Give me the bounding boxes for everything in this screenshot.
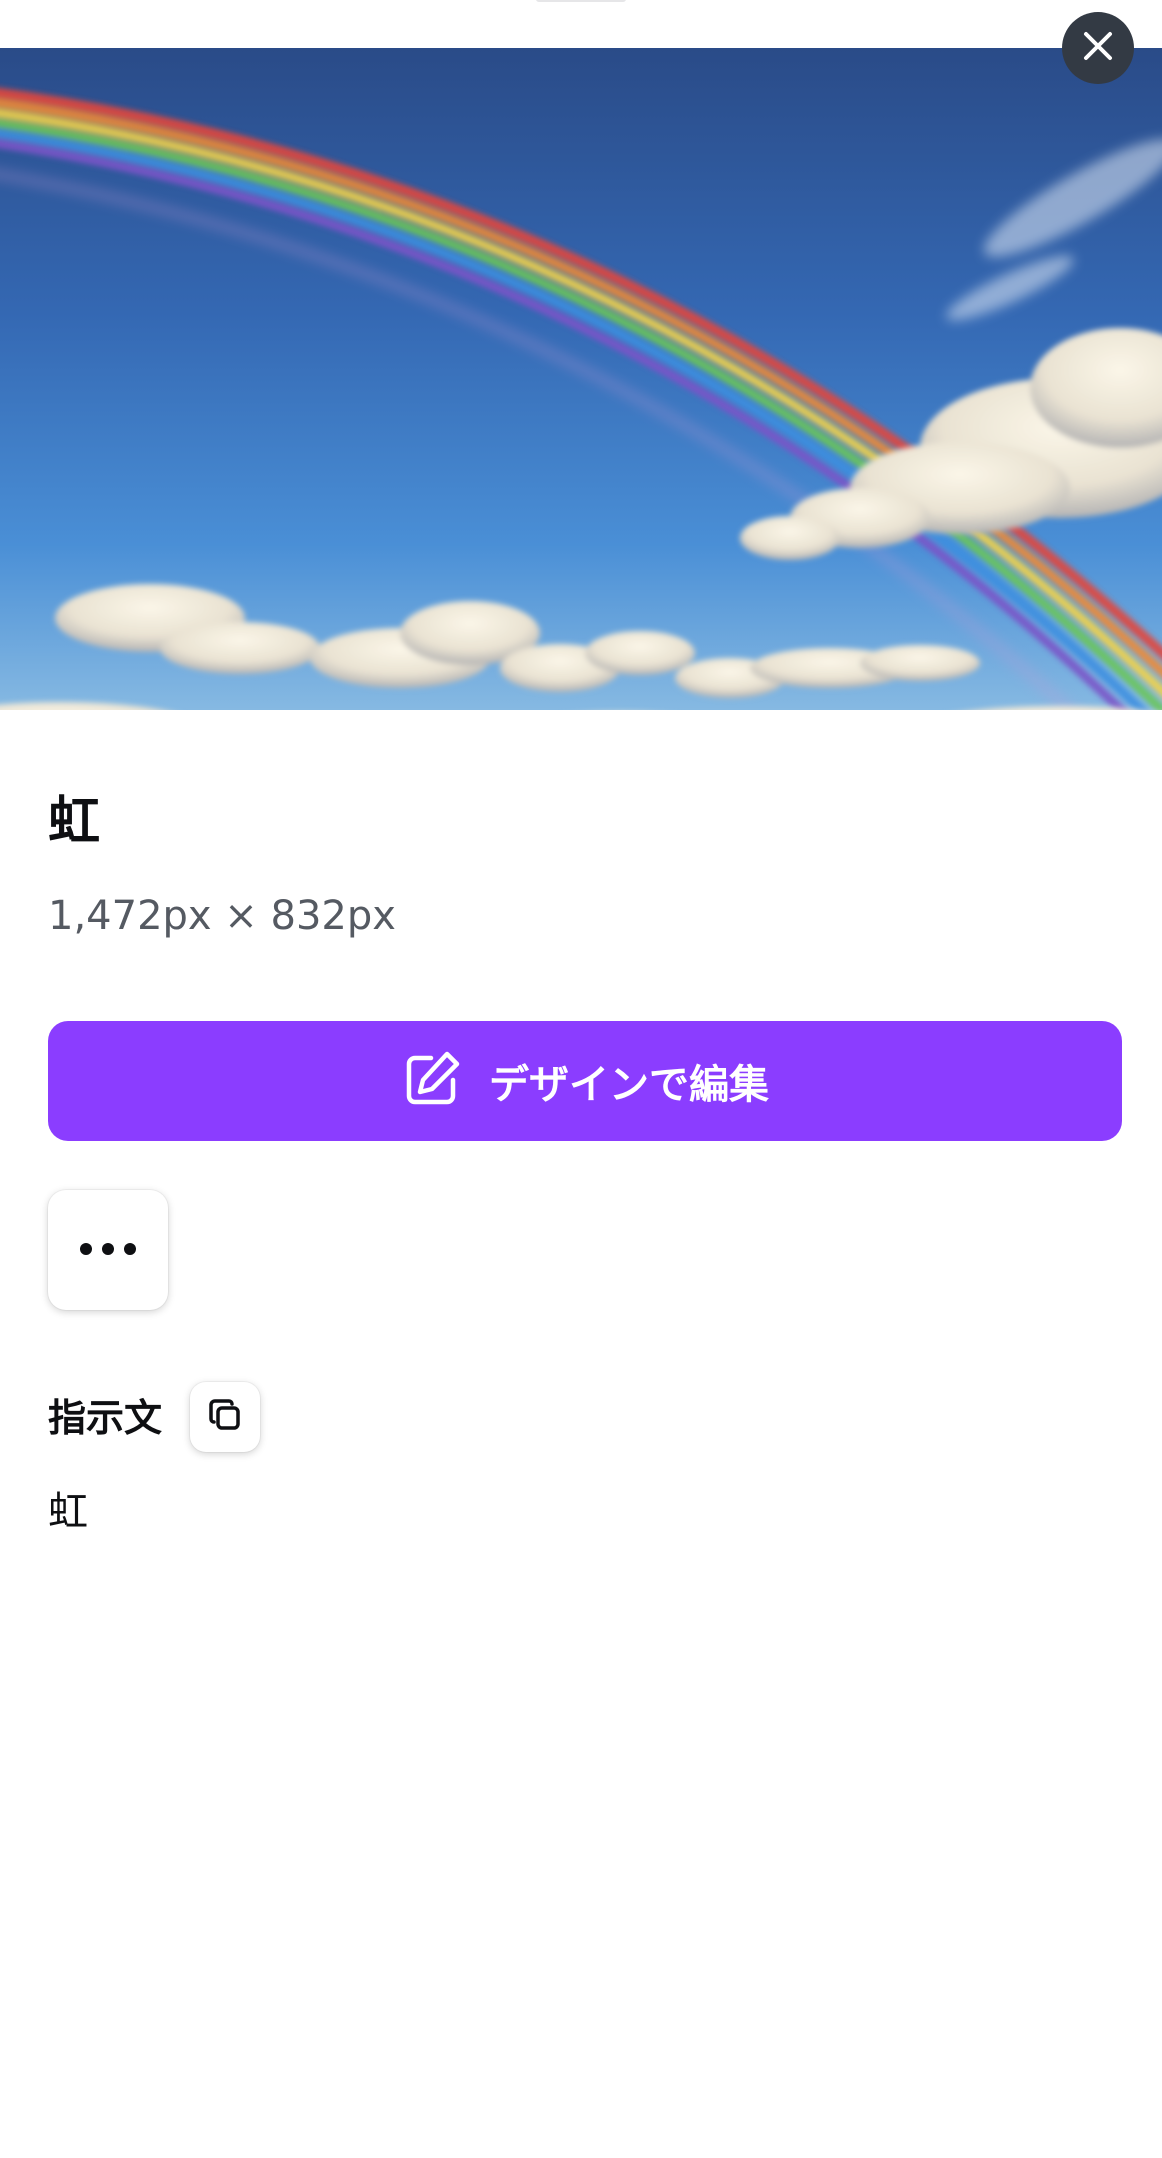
close-button[interactable]: [1062, 12, 1134, 84]
edit-in-design-label: デザインで編集: [489, 1062, 769, 1108]
pencil-edit-icon: [401, 1048, 463, 1114]
more-horizontal-icon: [78, 1241, 138, 1260]
drag-handle[interactable]: [536, 0, 626, 2]
edit-in-design-button[interactable]: デザインで編集: [48, 1021, 1122, 1141]
copy-prompt-button[interactable]: [190, 1382, 260, 1452]
prompt-text: 虹: [48, 1489, 88, 1535]
image-detail-sheet: 虹 1,472px × 832px デザインで編集 指示文 虹: [0, 0, 1162, 2158]
image-preview: [0, 48, 1162, 710]
more-options-button[interactable]: [48, 1190, 168, 1310]
close-icon: [1081, 29, 1115, 67]
rainbow-sky-image: [0, 48, 1162, 710]
copy-icon: [205, 1395, 245, 1439]
asset-title: 虹: [48, 792, 101, 852]
asset-dimensions: 1,472px × 832px: [48, 893, 396, 939]
prompt-heading: 指示文: [48, 1396, 163, 1440]
